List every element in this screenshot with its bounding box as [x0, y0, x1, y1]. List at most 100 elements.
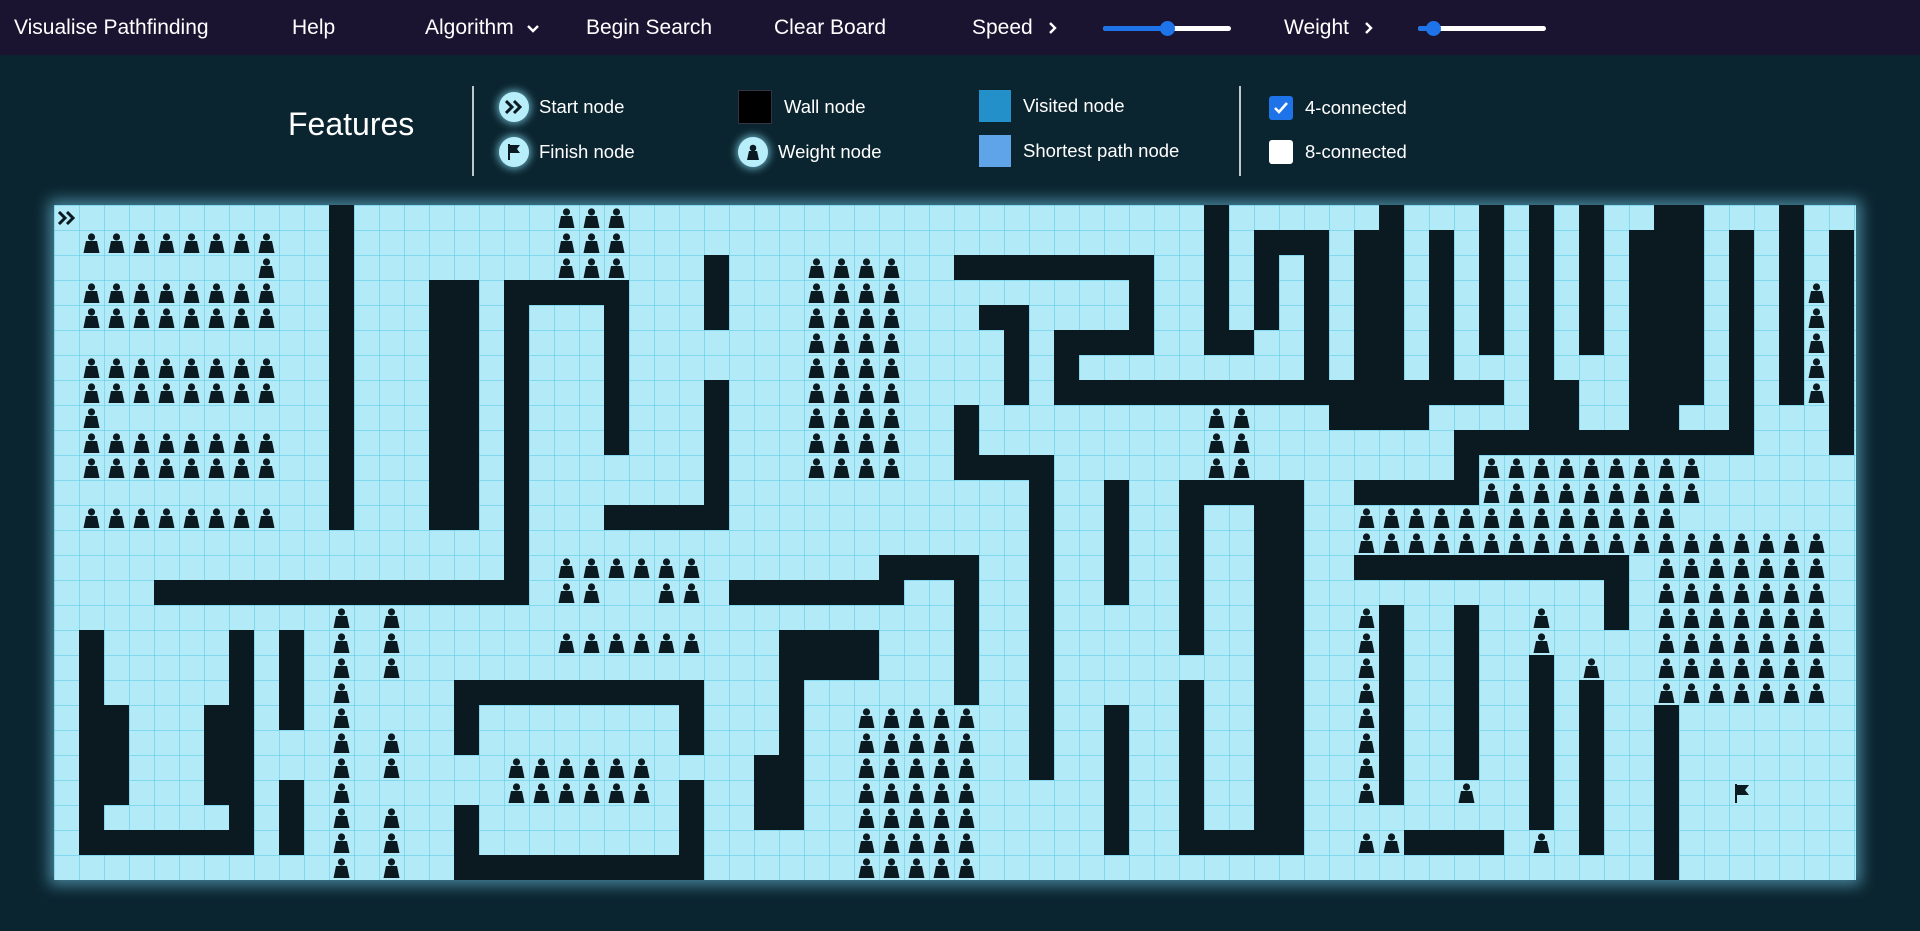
kettlebell-weight-icon[interactable]	[154, 280, 179, 305]
wall-node[interactable]	[1179, 480, 1304, 505]
kettlebell-weight-icon[interactable]	[1754, 580, 1779, 605]
kettlebell-weight-icon[interactable]	[904, 730, 929, 755]
kettlebell-weight-icon[interactable]	[904, 755, 929, 780]
kettlebell-weight-icon[interactable]	[554, 630, 579, 655]
kettlebell-weight-icon[interactable]	[254, 305, 279, 330]
kettlebell-weight-icon[interactable]	[179, 505, 204, 530]
kettlebell-weight-icon[interactable]	[929, 855, 954, 880]
wall-node[interactable]	[279, 780, 304, 855]
wall-node[interactable]	[204, 780, 254, 805]
kettlebell-weight-icon[interactable]	[854, 355, 879, 380]
kettlebell-weight-icon[interactable]	[604, 755, 629, 780]
kettlebell-weight-icon[interactable]	[1704, 580, 1729, 605]
wall-node[interactable]	[1179, 480, 1204, 655]
kettlebell-weight-icon[interactable]	[1704, 530, 1729, 555]
wall-node[interactable]	[1354, 230, 1379, 430]
kettlebell-weight-icon[interactable]	[1654, 455, 1679, 480]
kettlebell-weight-icon[interactable]	[1454, 505, 1479, 530]
kettlebell-weight-icon[interactable]	[229, 355, 254, 380]
kettlebell-weight-icon[interactable]	[1829, 305, 1854, 330]
kettlebell-weight-icon[interactable]	[954, 755, 979, 780]
kettlebell-weight-icon[interactable]	[1354, 780, 1379, 805]
wall-node[interactable]	[429, 280, 479, 530]
kettlebell-weight-icon[interactable]	[1604, 505, 1629, 530]
kettlebell-weight-icon[interactable]	[329, 680, 354, 705]
kettlebell-weight-icon[interactable]	[1529, 505, 1554, 530]
kettlebell-weight-icon[interactable]	[179, 430, 204, 455]
kettlebell-weight-icon[interactable]	[1679, 455, 1704, 480]
kettlebell-weight-icon[interactable]	[654, 555, 679, 580]
wall-node[interactable]	[1479, 205, 1504, 355]
kettlebell-weight-icon[interactable]	[1579, 530, 1604, 555]
kettlebell-weight-icon[interactable]	[229, 430, 254, 455]
kettlebell-weight-icon[interactable]	[104, 280, 129, 305]
kettlebell-weight-icon[interactable]	[954, 780, 979, 805]
wall-node[interactable]	[279, 630, 304, 730]
kettlebell-weight-icon[interactable]	[604, 555, 629, 580]
kettlebell-weight-icon[interactable]	[904, 805, 929, 830]
kettlebell-weight-icon[interactable]	[1654, 580, 1679, 605]
weight-slider[interactable]	[1418, 19, 1546, 37]
wall-node[interactable]	[1204, 330, 1254, 355]
kettlebell-weight-icon[interactable]	[1479, 455, 1504, 480]
kettlebell-weight-icon[interactable]	[154, 455, 179, 480]
kettlebell-weight-icon[interactable]	[1429, 505, 1454, 530]
kettlebell-weight-icon[interactable]	[854, 455, 879, 480]
wall-node[interactable]	[1529, 655, 1554, 830]
kettlebell-weight-icon[interactable]	[254, 280, 279, 305]
kettlebell-weight-icon[interactable]	[129, 355, 154, 380]
wall-node[interactable]	[679, 680, 704, 755]
kettlebell-weight-icon[interactable]	[879, 455, 904, 480]
kettlebell-weight-icon[interactable]	[954, 830, 979, 855]
kettlebell-weight-icon[interactable]	[854, 805, 879, 830]
kettlebell-weight-icon[interactable]	[604, 205, 629, 230]
kettlebell-weight-icon[interactable]	[804, 380, 829, 405]
wall-node[interactable]	[1104, 480, 1129, 605]
kettlebell-weight-icon[interactable]	[554, 255, 579, 280]
kettlebell-weight-icon[interactable]	[954, 730, 979, 755]
kettlebell-weight-icon[interactable]	[1779, 555, 1804, 580]
kettlebell-weight-icon[interactable]	[1354, 655, 1379, 680]
wall-node[interactable]	[1354, 555, 1629, 580]
kettlebell-weight-icon[interactable]	[1204, 455, 1229, 480]
kettlebell-weight-icon[interactable]	[1754, 530, 1779, 555]
kettlebell-weight-icon[interactable]	[204, 305, 229, 330]
kettlebell-weight-icon[interactable]	[154, 355, 179, 380]
kettlebell-weight-icon[interactable]	[129, 280, 154, 305]
kettlebell-weight-icon[interactable]	[929, 805, 954, 830]
kettlebell-weight-icon[interactable]	[204, 355, 229, 380]
wall-node[interactable]	[1429, 230, 1454, 380]
wall-node[interactable]	[454, 680, 704, 705]
kettlebell-weight-icon[interactable]	[79, 380, 104, 405]
kettlebell-weight-icon[interactable]	[154, 430, 179, 455]
kettlebell-weight-icon[interactable]	[854, 780, 879, 805]
four-connected-option[interactable]: 4-connected	[1269, 96, 1407, 120]
kettlebell-weight-icon[interactable]	[1779, 605, 1804, 630]
kettlebell-weight-icon[interactable]	[1504, 455, 1529, 480]
wall-node[interactable]	[1529, 380, 1579, 430]
kettlebell-weight-icon[interactable]	[654, 630, 679, 655]
kettlebell-weight-icon[interactable]	[1829, 380, 1854, 405]
kettlebell-weight-icon[interactable]	[879, 355, 904, 380]
kettlebell-weight-icon[interactable]	[1529, 530, 1554, 555]
kettlebell-weight-icon[interactable]	[379, 630, 404, 655]
kettlebell-weight-icon[interactable]	[254, 380, 279, 405]
wall-node[interactable]	[1454, 430, 1754, 455]
kettlebell-weight-icon[interactable]	[1229, 455, 1254, 480]
kettlebell-weight-icon[interactable]	[654, 580, 679, 605]
kettlebell-weight-icon[interactable]	[379, 655, 404, 680]
kettlebell-weight-icon[interactable]	[604, 255, 629, 280]
kettlebell-weight-icon[interactable]	[554, 555, 579, 580]
clear-board-button[interactable]: Clear Board	[774, 0, 886, 55]
kettlebell-weight-icon[interactable]	[1804, 580, 1829, 605]
kettlebell-weight-icon[interactable]	[1679, 630, 1704, 655]
kettlebell-weight-icon[interactable]	[1704, 630, 1729, 655]
kettlebell-weight-icon[interactable]	[1454, 780, 1479, 805]
kettlebell-weight-icon[interactable]	[1629, 455, 1654, 480]
kettlebell-weight-icon[interactable]	[929, 705, 954, 730]
wall-node[interactable]	[1029, 455, 1054, 780]
kettlebell-weight-icon[interactable]	[1354, 680, 1379, 705]
kettlebell-weight-icon[interactable]	[1404, 505, 1429, 530]
eight-connected-option[interactable]: 8-connected	[1269, 140, 1407, 164]
kettlebell-weight-icon[interactable]	[129, 380, 154, 405]
